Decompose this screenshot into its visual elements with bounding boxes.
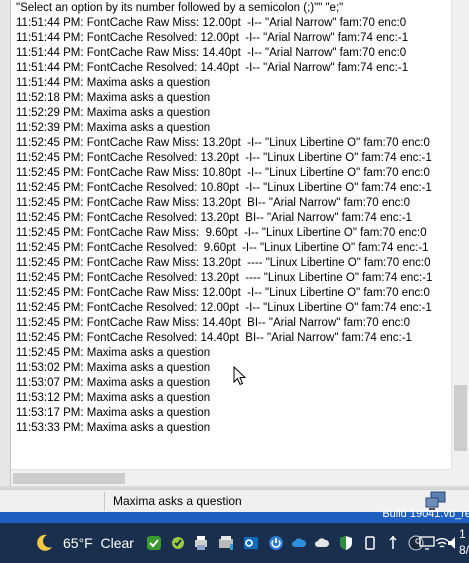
printer-icon[interactable] [218,535,234,551]
clock-date: 8/ [459,543,469,557]
log-line: 11:52:45 PM: FontCache Resolved: 13.20pt… [16,152,432,164]
log-line: 11:52:18 PM: Maxima asks a question [16,92,211,104]
log-line: 11:53:17 PM: Maxima asks a question [16,407,211,419]
log-line: 11:52:45 PM: FontCache Raw Miss: 12.00pt… [16,287,430,299]
log-line: 11:52:45 PM: FontCache Resolved: 13.20pt… [16,212,412,224]
log-line: 11:51:44 PM: FontCache Raw Miss: 12.00pt… [16,17,407,29]
cloud-icon[interactable] [291,535,307,551]
log-line: 11:52:45 PM: FontCache Raw Miss: 14.40pt… [16,317,411,329]
log-line: 11:52:45 PM: FontCache Resolved: 13.20pt… [16,272,433,284]
horizontal-scroll-thumb[interactable] [13,473,125,484]
log-line: 11:52:45 PM: FontCache Raw Miss: 13.20pt… [16,257,431,269]
log-line: 11:52:45 PM: FontCache Raw Miss: 13.20pt… [16,137,430,149]
log-line: 11:52:45 PM: FontCache Resolved: 12.00pt… [16,302,432,314]
log-line: 11:53:02 PM: Maxima asks a question [16,362,211,374]
power-icon[interactable] [268,535,284,551]
log-line: 11:52:39 PM: Maxima asks a question [16,122,211,134]
moon-icon[interactable] [34,533,54,553]
log-line: 11:53:12 PM: Maxima asks a question [16,392,211,404]
cloud-icon[interactable] [314,535,330,551]
log-line: 11:52:45 PM: FontCache Raw Miss: 13.20pt… [16,197,411,209]
vertical-scroll-thumb[interactable] [454,385,467,451]
weather-label[interactable]: 65°F Clear [63,535,134,551]
scrollbar-corner [451,469,469,486]
clock-time: 1 [459,527,466,541]
build-label: Build 19041.vb_re [382,508,469,520]
log-line: 11:51:44 PM: Maxima asks a question [16,77,211,89]
log-line: 11:52:45 PM: FontCache Resolved: 10.80pt… [16,182,432,194]
horizontal-scrollbar[interactable] [11,469,451,487]
log-text-area[interactable]: "Select an option by its number followed… [11,0,451,469]
outlook-icon[interactable] [243,535,259,551]
taskbar-clock[interactable]: 1 8/ [459,526,469,558]
log-line: 11:52:45 PM: Maxima asks a question [16,347,211,359]
window-left-edge [0,0,11,489]
status-message: Maxima asks a question [113,494,242,508]
log-line: 11:52:29 PM: Maxima asks a question [16,107,211,119]
log-line: 11:53:33 PM: Maxima asks a question [16,422,211,434]
security-shield-icon[interactable] [338,535,354,551]
usb-icon[interactable] [385,535,401,551]
log-line: 11:52:45 PM: FontCache Raw Miss: 10.80pt… [16,167,430,179]
log-line: 11:51:44 PM: FontCache Raw Miss: 14.40pt… [16,47,407,59]
log-line: 11:51:44 PM: FontCache Resolved: 14.40pt… [16,62,409,74]
printer-icon[interactable] [193,535,209,551]
tools-icon[interactable] [170,535,186,551]
log-line: 11:52:45 PM: FontCache Resolved: 14.40pt… [16,332,412,344]
taskbar: 65°F Clear 1 8/ [0,523,469,563]
log-line: 11:51:44 PM: FontCache Resolved: 12.00pt… [16,32,409,44]
eject-icon[interactable] [362,535,378,551]
status-divider [104,492,105,511]
log-line: "Select an option by its number followed… [16,2,344,14]
log-line: 11:52:45 PM: FontCache Raw Miss: 9.60pt … [16,227,427,239]
vertical-scrollbar[interactable] [451,0,469,469]
shield-check-icon[interactable] [146,535,162,551]
mouse-cursor-icon [233,366,247,386]
log-line: 11:52:45 PM: FontCache Resolved: 9.60pt … [16,242,429,254]
log-line: 11:53:07 PM: Maxima asks a question [16,377,211,389]
display-icon[interactable] [419,535,435,551]
